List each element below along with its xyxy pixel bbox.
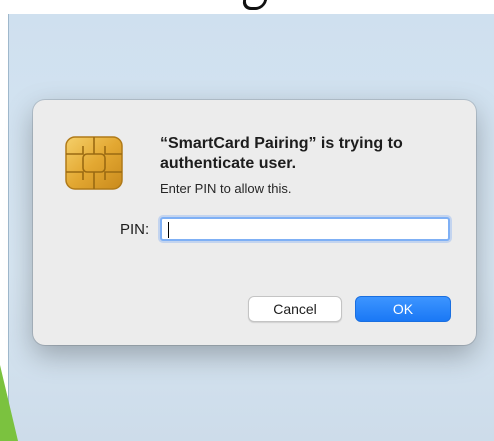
text-caret [168, 222, 169, 238]
green-accent-shape [0, 365, 18, 441]
pin-label: PIN: [120, 221, 150, 238]
partial-glyph [240, 0, 270, 10]
top-strip [0, 0, 494, 14]
cancel-button[interactable]: Cancel [248, 296, 342, 322]
pin-input[interactable] [160, 217, 450, 241]
dialog-title: “SmartCard Pairing” is trying to authent… [160, 135, 403, 172]
authentication-dialog: “SmartCard Pairing” is trying to authent… [33, 100, 476, 345]
dialog-subtitle: Enter PIN to allow this. [160, 181, 292, 196]
smartcard-chip-icon [65, 136, 123, 190]
ok-button[interactable]: OK [355, 296, 451, 322]
